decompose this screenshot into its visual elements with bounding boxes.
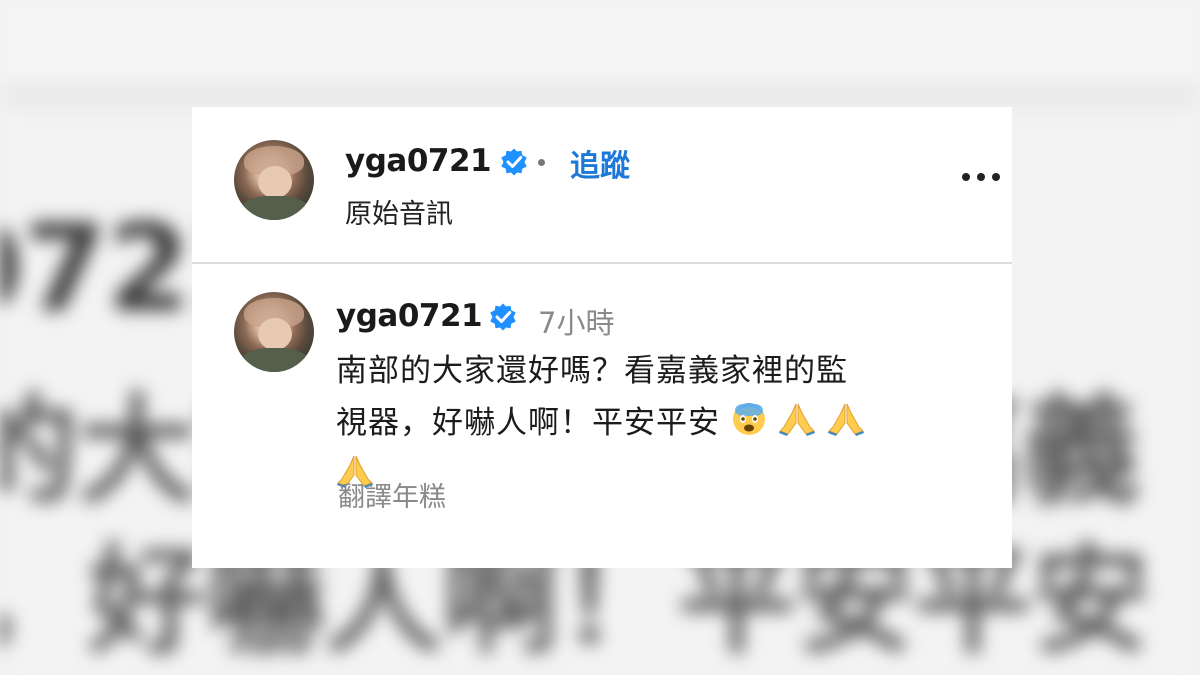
folded-hands-emoji-icon — [827, 403, 864, 436]
original-audio-link[interactable]: 原始音訊 — [345, 192, 453, 231]
comment-text-line: 視器，好嚇人啊！平安平安 — [336, 397, 976, 449]
translate-link[interactable]: 翻譯年糕 — [338, 475, 446, 514]
comment-text-line: 南部的大家還好嗎？看嘉義家裡的監 — [336, 353, 848, 389]
verified-badge-icon — [490, 303, 516, 331]
comment-avatar[interactable] — [234, 292, 314, 372]
separator-dot — [538, 159, 545, 166]
post-header: yga0721 追蹤 原始音訊 — [192, 107, 1012, 264]
post-card: yga0721 追蹤 原始音訊 yga0721 7小時 南部的大家還好嗎？看嘉義… — [192, 107, 1012, 568]
folded-hands-emoji-icon — [778, 403, 815, 436]
verified-badge-icon — [501, 148, 527, 176]
avatar[interactable] — [234, 140, 314, 220]
follow-button[interactable]: 追蹤 — [570, 141, 630, 185]
post-username[interactable]: yga0721 — [345, 143, 492, 179]
comment-username[interactable]: yga0721 — [336, 298, 483, 334]
fearful-face-emoji-icon — [732, 403, 765, 435]
comment-timestamp[interactable]: 7小時 — [538, 300, 614, 342]
more-options-icon[interactable] — [962, 167, 1006, 187]
